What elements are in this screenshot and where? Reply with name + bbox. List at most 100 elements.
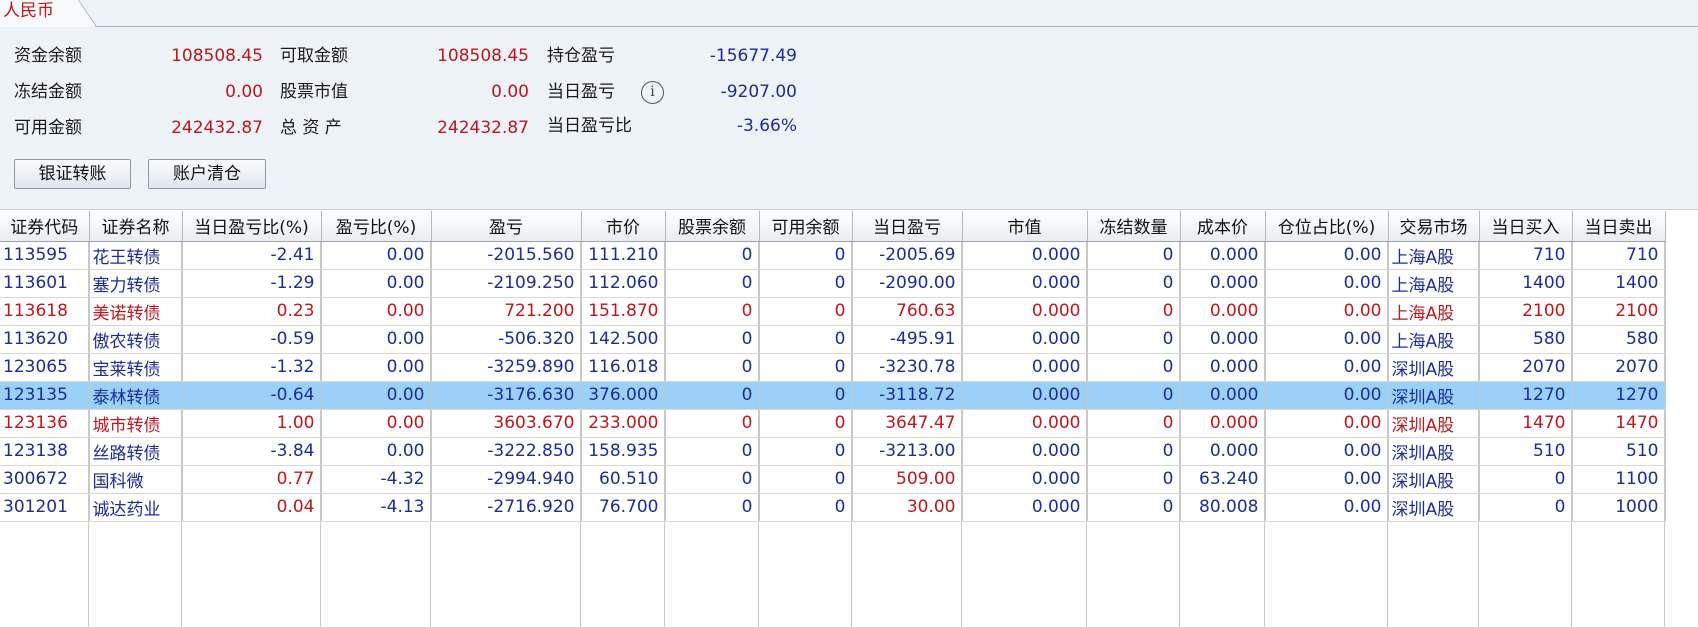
table-cell: 3647.47 (852, 409, 963, 438)
table-cell: 0 (665, 353, 760, 382)
table-cell: 142.500 (581, 325, 666, 354)
table-cell: 0.000 (1180, 297, 1266, 326)
table-row[interactable]: 113595 花王转债 -2.41 0.00 -2015.560 111.210 0 0 -20… (0, 241, 1666, 270)
table-cell: 123138 (0, 437, 90, 466)
column-header[interactable]: 盈亏比(%) (321, 211, 432, 242)
table-cell: 0.23 (182, 297, 322, 326)
column-header[interactable]: 当日卖出 (1572, 211, 1666, 242)
table-cell: 123136 (0, 409, 90, 438)
table-cell: 0.00 (1265, 381, 1389, 410)
table-row[interactable]: 123136 城市转债 1.00 0.00 3603.670 233.000 0 0 3647.… (0, 409, 1666, 438)
balance-value: 108508.45 (171, 46, 263, 66)
table-cell: 0 (1087, 465, 1181, 494)
table-cell: 深圳A股 (1388, 493, 1480, 522)
table-cell: 城市转债 (89, 409, 183, 438)
table-cell: 0.00 (321, 353, 432, 382)
column-header[interactable]: 冻结数量 (1087, 211, 1181, 242)
table-cell: 0 (665, 241, 760, 270)
table-cell: 0.000 (962, 325, 1088, 354)
table-row[interactable]: 301201 诚达药业 0.04 -4.13 -2716.920 76.700 0 0 30.0… (0, 493, 1666, 522)
table-cell: 0 (665, 437, 760, 466)
table-row[interactable]: 300672 国科微 0.77 -4.32 -2994.940 60.510 0 0 509.0… (0, 465, 1666, 494)
tab-rmb-label[interactable]: 人民币 (3, 0, 54, 22)
table-cell: -3230.78 (852, 353, 963, 382)
column-header[interactable]: 当日盈亏比(%) (182, 211, 322, 242)
table-cell: 0.000 (962, 493, 1088, 522)
column-header[interactable]: 股票余额 (665, 211, 760, 242)
position-pnl-label: 持仓盈亏 (547, 46, 615, 66)
table-cell: 151.870 (581, 297, 666, 326)
today-pnl-value: -9207.00 (720, 82, 797, 102)
table-cell: 0.00 (1265, 241, 1389, 270)
table-cell: 0 (665, 409, 760, 438)
table-cell: 深圳A股 (1388, 409, 1480, 438)
table-cell: -2005.69 (852, 241, 963, 270)
available-value: 242432.87 (171, 118, 263, 138)
table-cell: 0 (1087, 493, 1181, 522)
column-header[interactable]: 当日买入 (1479, 211, 1573, 242)
bank-transfer-button[interactable]: 银证转账 (14, 159, 131, 189)
table-cell: 30.00 (852, 493, 963, 522)
table-cell: 0.00 (1265, 269, 1389, 298)
table-cell: 1000 (1572, 493, 1666, 522)
table-cell: 0.000 (962, 437, 1088, 466)
table-cell: 510 (1479, 437, 1573, 466)
table-cell: 0 (1087, 241, 1181, 270)
column-header[interactable]: 证券代码 (0, 211, 90, 242)
column-header[interactable]: 当日盈亏 (852, 211, 963, 242)
table-cell: 0 (1087, 381, 1181, 410)
table-cell: 上海A股 (1388, 325, 1480, 354)
table-cell: 0.00 (321, 409, 432, 438)
column-header[interactable]: 可用余额 (759, 211, 853, 242)
table-cell: 0.77 (182, 465, 322, 494)
table-cell: 760.63 (852, 297, 963, 326)
table-row[interactable]: 113620 傲农转债 -0.59 0.00 -506.320 142.500 0 0 -495… (0, 325, 1666, 354)
table-row[interactable]: 123138 丝路转债 -3.84 0.00 -3222.850 158.935 0 0 -32… (0, 437, 1666, 466)
table-row[interactable]: 113618 美诺转债 0.23 0.00 721.200 151.870 0 0 760.63… (0, 297, 1666, 326)
table-cell: 116.018 (581, 353, 666, 382)
table-cell: 158.935 (581, 437, 666, 466)
table-cell: 2100 (1572, 297, 1666, 326)
table-row[interactable]: 123135 泰林转债 -0.64 0.00 -3176.630 376.000 0 0 -31… (0, 381, 1666, 410)
table-cell: 60.510 (581, 465, 666, 494)
column-header[interactable]: 成本价 (1180, 211, 1266, 242)
table-cell: 0 (759, 297, 853, 326)
table-cell: 0.00 (1265, 465, 1389, 494)
table-row[interactable]: 123065 宝莱转债 -1.32 0.00 -3259.890 116.018 0 0 -32… (0, 353, 1666, 382)
table-cell: 0.00 (1265, 353, 1389, 382)
table-cell: -2109.250 (431, 269, 582, 298)
column-header[interactable]: 证券名称 (89, 211, 183, 242)
table-cell: -2716.920 (431, 493, 582, 522)
table-cell: -2015.560 (431, 241, 582, 270)
table-row[interactable]: 113601 塞力转债 -1.29 0.00 -2109.250 112.060 0 0 -20… (0, 269, 1666, 298)
table-cell: 0 (759, 465, 853, 494)
info-icon[interactable]: i (641, 81, 664, 104)
table-cell: 0 (759, 269, 853, 298)
table-cell: 510 (1572, 437, 1666, 466)
table-cell: -2.41 (182, 241, 322, 270)
table-cell: 宝莱转债 (89, 353, 183, 382)
table-cell: 上海A股 (1388, 241, 1480, 270)
table-cell: 0 (1087, 437, 1181, 466)
table-cell: 123065 (0, 353, 90, 382)
account-summary-panel: 人民币 资金余额 108508.45 冻结金额 0.00 可用金额 242432… (0, 0, 1698, 210)
withdrawable-value: 108508.45 (437, 46, 529, 66)
table-cell: 580 (1572, 325, 1666, 354)
stock-value-value: 0.00 (491, 82, 529, 102)
table-cell: 0.00 (1265, 437, 1389, 466)
table-cell: 0.000 (1180, 241, 1266, 270)
column-header[interactable]: 市价 (581, 211, 666, 242)
table-cell: 国科微 (89, 465, 183, 494)
column-header[interactable]: 交易市场 (1388, 211, 1480, 242)
table-cell: 深圳A股 (1388, 437, 1480, 466)
column-header[interactable]: 仓位占比(%) (1265, 211, 1389, 242)
table-cell: 0.00 (321, 269, 432, 298)
table-cell: 300672 (0, 465, 90, 494)
table-cell: 0.00 (321, 325, 432, 354)
table-cell: -3213.00 (852, 437, 963, 466)
table-cell: 721.200 (431, 297, 582, 326)
table-cell: 1470 (1479, 409, 1573, 438)
clear-account-button[interactable]: 账户清仓 (148, 159, 266, 189)
column-header[interactable]: 盈亏 (431, 211, 582, 242)
column-header[interactable]: 市值 (962, 211, 1088, 242)
